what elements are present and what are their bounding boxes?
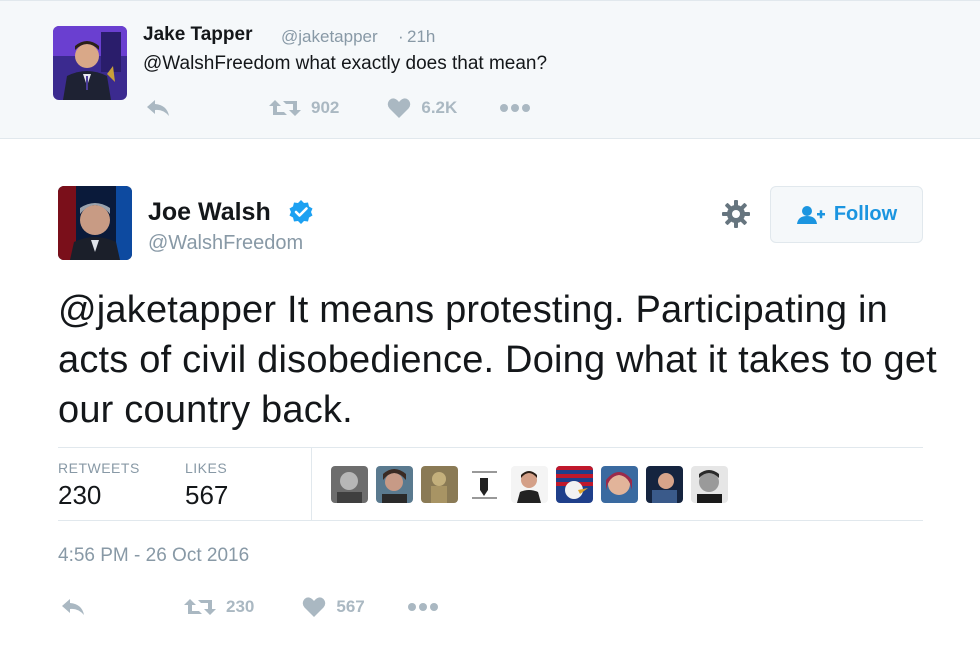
reply-button[interactable] (145, 98, 171, 118)
divider (58, 447, 923, 448)
liker-avatar[interactable] (421, 466, 458, 503)
mention-link[interactable]: @jaketapper (58, 289, 276, 331)
heart-icon (388, 98, 411, 118)
heart-icon (303, 597, 326, 617)
verified-badge-icon (289, 200, 313, 224)
like-count: 567 (336, 597, 365, 616)
liker-avatar[interactable] (511, 466, 548, 503)
tweet-text: @jaketapper It means protesting. Partici… (58, 285, 938, 435)
more-icon (500, 104, 531, 112)
liker-avatar[interactable] (556, 466, 593, 503)
parent-tweet: Jake Tapper @jaketapper · 21h @WalshFree… (0, 0, 980, 139)
tweet-actions: 230 567 (60, 596, 439, 618)
retweets-value[interactable]: 230 (58, 480, 101, 511)
separator: · (398, 27, 404, 46)
likes-label[interactable]: LIKES (185, 460, 227, 476)
author-name[interactable]: Jake Tapper (143, 24, 252, 46)
more-button[interactable] (407, 602, 439, 612)
reply-icon (62, 599, 84, 615)
avatar[interactable] (58, 186, 132, 260)
author-handle[interactable]: @WalshFreedom (148, 232, 303, 255)
reply-button[interactable] (60, 597, 86, 617)
like-button[interactable]: 6.2K (387, 97, 457, 119)
more-icon (407, 603, 438, 611)
avatar[interactable] (53, 26, 127, 100)
author-handle[interactable]: @jaketapper (281, 27, 378, 47)
liker-avatar[interactable] (466, 466, 503, 503)
gear-icon[interactable] (721, 199, 751, 229)
retweet-icon (184, 599, 216, 615)
tweet-time[interactable]: 21h (407, 27, 435, 47)
retweet-button[interactable]: 230 (184, 597, 254, 617)
more-button[interactable] (499, 103, 531, 113)
like-count: 6.2K (421, 98, 458, 117)
retweet-count: 902 (311, 98, 340, 117)
follow-button[interactable]: Follow (770, 186, 923, 243)
likes-value[interactable]: 567 (185, 480, 228, 511)
liker-avatar[interactable] (331, 466, 368, 503)
divider (58, 520, 923, 521)
reply-icon (147, 100, 169, 116)
liker-avatar[interactable] (691, 466, 728, 503)
liker-avatar[interactable] (646, 466, 683, 503)
divider (311, 448, 312, 520)
author-name[interactable]: Joe Walsh (148, 198, 271, 227)
tweet-timestamp[interactable]: 4:56 PM - 26 Oct 2016 (58, 545, 249, 567)
liker-avatars (331, 466, 728, 503)
add-user-icon (796, 205, 825, 224)
retweets-label[interactable]: RETWEETS (58, 460, 140, 476)
liker-avatar[interactable] (601, 466, 638, 503)
retweet-button[interactable]: 902 (269, 98, 339, 118)
tweet-text: @WalshFreedom what exactly does that mea… (143, 53, 548, 74)
retweet-count: 230 (226, 597, 255, 616)
follow-label: Follow (833, 203, 898, 225)
liker-avatar[interactable] (376, 466, 413, 503)
tweet-actions: 902 6.2K (145, 97, 531, 119)
retweet-icon (269, 100, 301, 116)
like-button[interactable]: 567 (302, 596, 365, 618)
